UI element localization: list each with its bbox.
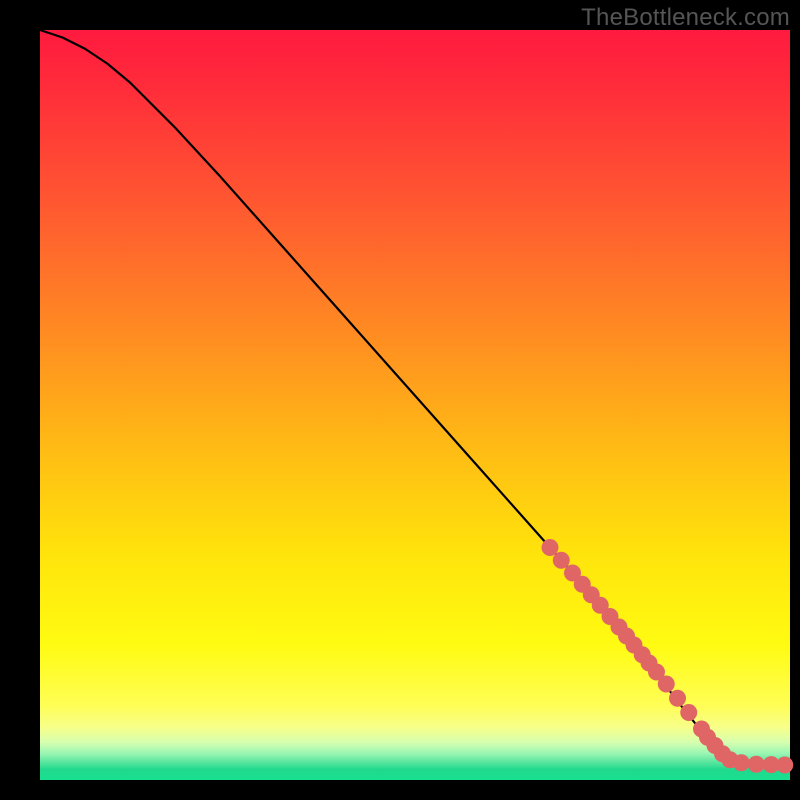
data-point [748,756,765,773]
watermark-text: TheBottleneck.com [581,4,790,32]
data-point [658,676,675,693]
marker-group [542,539,794,774]
data-point [669,690,686,707]
curve-line [40,30,790,765]
plot-area [40,30,790,780]
chart-svg [40,30,790,780]
data-point [553,552,570,569]
data-point [733,754,750,771]
data-point [776,757,793,774]
data-point [680,704,697,721]
chart-frame: TheBottleneck.com [0,0,800,800]
data-point [542,539,559,556]
